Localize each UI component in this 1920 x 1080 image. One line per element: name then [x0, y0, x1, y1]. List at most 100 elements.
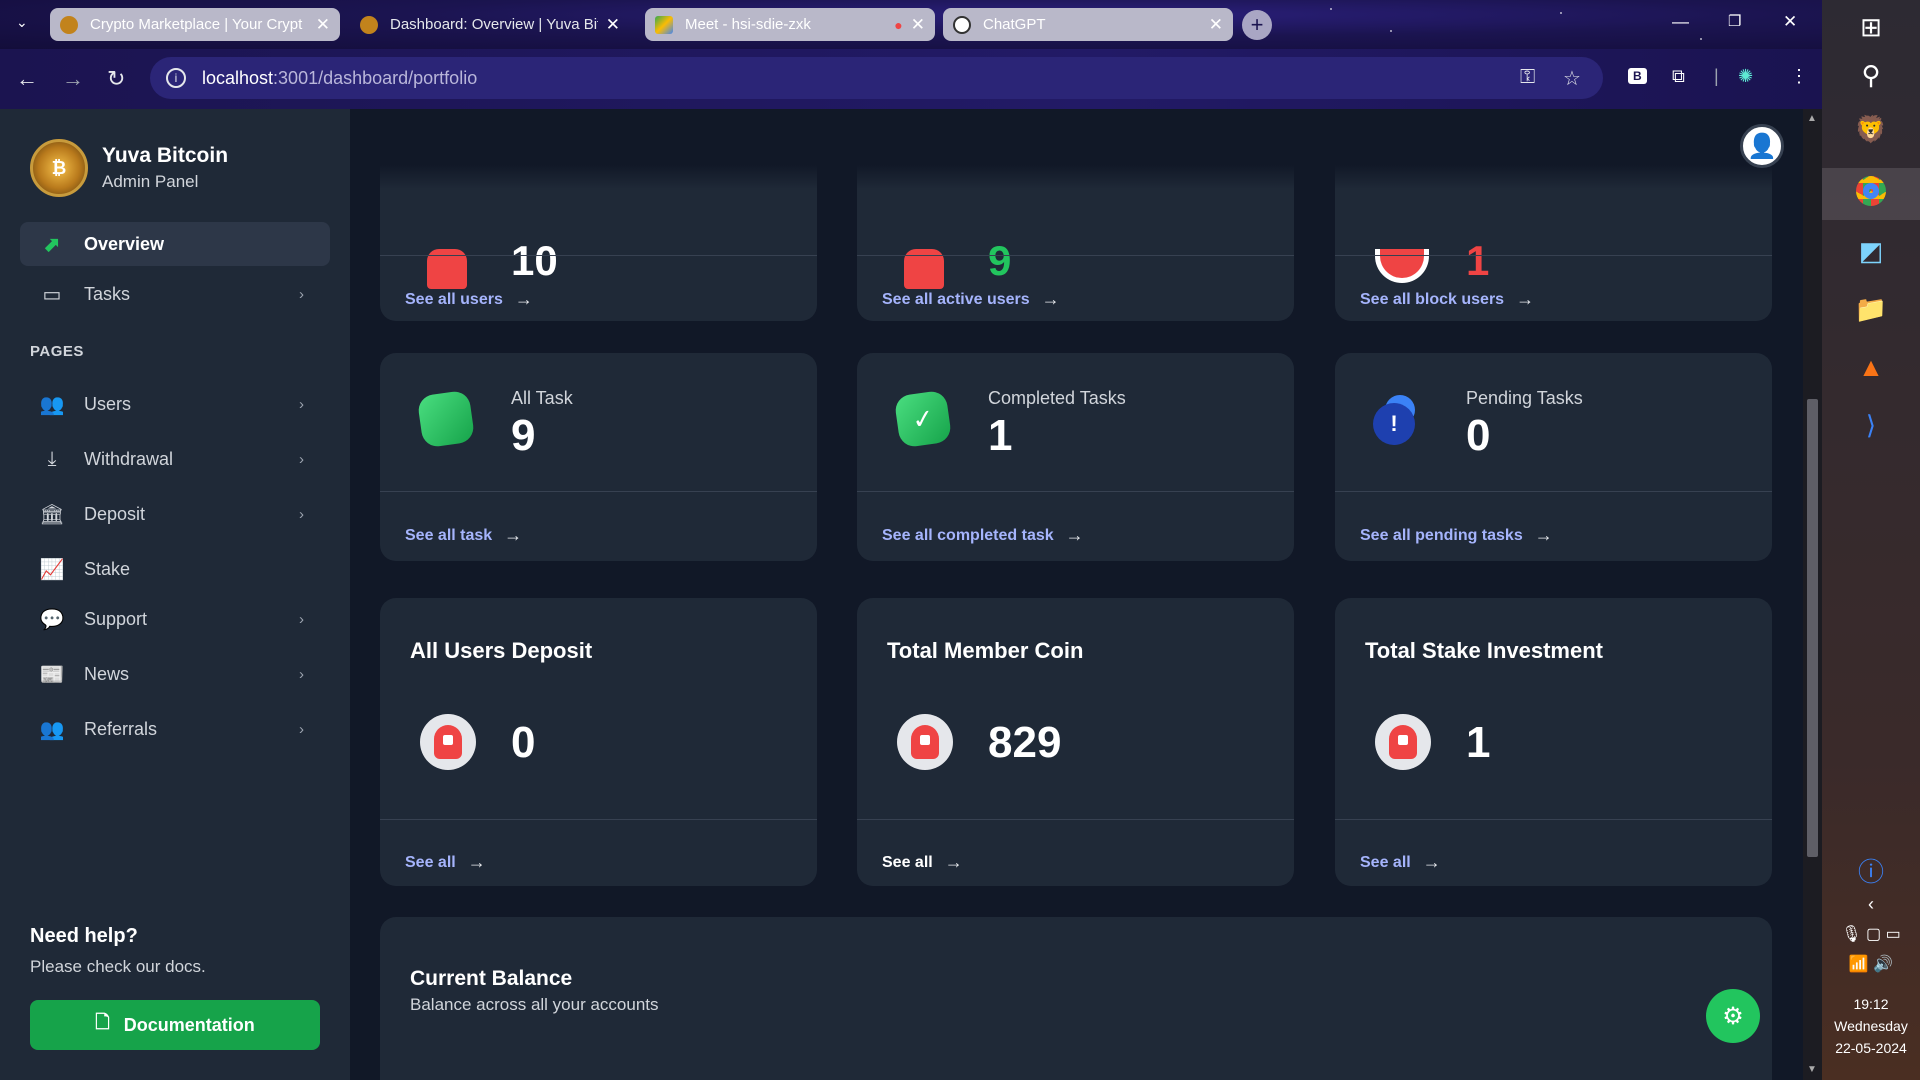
sidebar-item-stake[interactable]: 📈 Stake — [20, 547, 330, 591]
vscode-icon[interactable]: ⟩ — [1822, 410, 1920, 441]
forward-arrow-icon[interactable]: → — [62, 66, 84, 92]
card-title: Total Stake Investment — [1365, 638, 1603, 663]
close-tab-icon[interactable]: ✕ — [911, 15, 925, 35]
tab-title: Dashboard: Overview | Yuva Bit — [390, 16, 598, 33]
sidebar-item-withdrawal[interactable]: ⤓ Withdrawal › — [20, 437, 330, 481]
address-bar[interactable]: i localhost:3001/dashboard/portfolio ⚿ ☆ — [150, 57, 1603, 99]
link-label: See all — [405, 853, 456, 871]
sidebar-item-referrals[interactable]: 👥 Referrals › — [20, 707, 330, 751]
sidebar-item-users[interactable]: 👥 Users › — [20, 382, 330, 426]
browser-toolbar: ← → ↻ i localhost:3001/dashboard/portfol… — [0, 49, 1822, 109]
back-arrow-icon[interactable]: ← — [16, 66, 38, 92]
card-title: Total Member Coin — [887, 638, 1084, 663]
scrollbar-thumb[interactable] — [1807, 399, 1818, 857]
browser-menu-icon[interactable]: ⋮ — [1790, 66, 1808, 87]
sidebar-item-deposit[interactable]: 🏛 Deposit › — [20, 492, 330, 536]
close-tab-icon[interactable]: ✕ — [316, 15, 330, 35]
overview-chart-icon: ⬈ — [43, 233, 61, 256]
settings-toggle-fab[interactable]: ⚙ — [1706, 989, 1760, 1043]
system-tray-icons[interactable]: 🎙 ▢ ▭ — [1822, 924, 1920, 944]
file-explorer-icon[interactable]: 📁 — [1822, 294, 1920, 325]
document-icon: 🗋 — [95, 1012, 110, 1032]
link-label: See all pending tasks — [1360, 526, 1523, 544]
completed-tasks-card: ✓ Completed Tasks 1 See all completed ta… — [857, 353, 1294, 561]
extension-b-icon[interactable]: B — [1628, 68, 1647, 84]
chrome-browser-icon[interactable] — [1822, 176, 1920, 206]
sidebar-item-overview[interactable]: ⬈ Overview — [20, 222, 330, 266]
sidebar-item-tasks[interactable]: ▭ Tasks › — [20, 272, 330, 316]
site-info-icon[interactable]: i — [166, 68, 186, 88]
tab-title: Crypto Marketplace | Your Crypt — [90, 16, 303, 33]
sidebar-item-support[interactable]: 💬 Support › — [20, 597, 330, 641]
help-subtitle: Please check our docs. — [30, 957, 206, 976]
see-all-pending-tasks-link[interactable]: See all pending tasks → — [1360, 525, 1553, 546]
tab-meet[interactable]: Meet - hsi-sdie-zxk ● ✕ — [645, 8, 935, 41]
sidebar: ₿ Yuva Bitcoin Admin Panel ⬈ Overview ▭ … — [0, 109, 350, 1080]
recording-icon: ● — [894, 16, 903, 33]
sidebar-item-label: Referrals — [84, 718, 158, 739]
close-tab-icon[interactable]: ✕ — [1209, 15, 1223, 35]
help-icon[interactable]: ⓘ — [1822, 852, 1920, 889]
bitcoin-favicon-icon — [360, 15, 378, 34]
scroll-up-icon[interactable]: ▲ — [1807, 113, 1817, 124]
documentation-label: Documentation — [123, 1014, 255, 1035]
url-path: :3001/dashboard/portfolio — [273, 67, 478, 88]
arrow-right-icon: → — [1534, 525, 1553, 545]
tab-crypto-marketplace[interactable]: Crypto Marketplace | Your Crypt ✕ — [50, 8, 340, 41]
see-all-member-coin-link[interactable]: See all → — [882, 852, 963, 873]
bookmark-star-icon[interactable]: ☆ — [1563, 66, 1581, 91]
sidebar-item-label: Withdrawal — [84, 448, 174, 469]
see-all-completed-task-link[interactable]: See all completed task → — [882, 525, 1084, 546]
network-volume-icons[interactable]: 📶 🔊 — [1822, 954, 1920, 974]
all-users-deposit-card: All Users Deposit 0 See all → — [380, 598, 817, 886]
arrow-right-icon: → — [504, 525, 523, 545]
active-users-value: 9 — [988, 237, 1012, 284]
restore-icon[interactable]: ❐ — [1728, 12, 1741, 30]
minimize-icon[interactable]: — — [1672, 12, 1689, 32]
tab-search-chevron-icon[interactable]: ⌄ — [16, 14, 28, 31]
bank-icon: 🏛 — [39, 503, 65, 526]
toggle-settings-icon: ⚙ — [1722, 1002, 1744, 1030]
vlc-icon[interactable]: ▲ — [1822, 352, 1920, 383]
close-window-icon[interactable]: ✕ — [1783, 12, 1797, 32]
see-all-task-link[interactable]: See all task → — [405, 525, 522, 546]
clock-time[interactable]: 19:12 — [1822, 996, 1920, 1012]
see-all-deposit-link[interactable]: See all → — [405, 852, 486, 873]
arrow-right-icon: → — [467, 852, 486, 872]
link-label: See all block users — [1360, 290, 1505, 308]
brand[interactable]: ₿ Yuva Bitcoin Admin Panel — [30, 139, 228, 197]
reload-icon[interactable]: ↻ — [107, 66, 125, 92]
see-all-active-users-link[interactable]: See all active users → — [882, 289, 1060, 310]
tab-chatgpt[interactable]: ChatGPT ✕ — [943, 8, 1233, 41]
windows-start-icon[interactable]: ⊞ — [1822, 12, 1920, 43]
card-value: 9 — [511, 411, 536, 460]
new-tab-button[interactable]: + — [1242, 10, 1272, 40]
search-icon[interactable]: ⚲ — [1822, 60, 1920, 91]
arrow-right-icon: → — [1065, 525, 1084, 545]
card-label: Pending Tasks — [1466, 388, 1583, 408]
page-scrollbar[interactable]: ▲ ▼ — [1803, 109, 1822, 1080]
card-value: 1 — [1466, 718, 1491, 767]
scroll-down-icon[interactable]: ▼ — [1807, 1064, 1817, 1075]
tab-dashboard-overview[interactable]: Dashboard: Overview | Yuva Bit ✕ — [350, 8, 630, 41]
app-tile-icon[interactable]: ◩ — [1822, 236, 1920, 267]
close-tab-icon[interactable]: ✕ — [606, 15, 620, 35]
sidebar-item-label: Overview — [84, 233, 165, 254]
chevron-left-icon[interactable]: ‹ — [1822, 894, 1920, 915]
extensions-puzzle-icon[interactable]: ⧉ — [1672, 66, 1685, 87]
sidebar-item-news[interactable]: 📰 News › — [20, 652, 330, 696]
brave-browser-icon[interactable]: 🦁 — [1822, 114, 1920, 145]
all-task-card: All Task 9 See all task → — [380, 353, 817, 561]
documentation-button[interactable]: 🗋 Documentation — [30, 1000, 320, 1050]
chevron-right-icon: › — [299, 610, 304, 628]
users-count-value: 10 — [511, 237, 558, 284]
see-all-stake-link[interactable]: See all → — [1360, 852, 1441, 873]
arrow-right-icon: → — [1041, 289, 1060, 309]
user-avatar-icon[interactable]: 👤 — [1740, 124, 1784, 168]
profile-extension-icon[interactable]: ✺ — [1738, 66, 1753, 87]
password-key-icon[interactable]: ⚿ — [1520, 66, 1535, 89]
newspaper-icon: 📰 — [39, 663, 65, 686]
see-all-users-link[interactable]: See all users → — [405, 289, 533, 310]
see-all-block-users-link[interactable]: See all block users → — [1360, 289, 1534, 310]
browser-tab-bar: ⌄ Crypto Marketplace | Your Crypt ✕ Dash… — [0, 0, 1822, 49]
